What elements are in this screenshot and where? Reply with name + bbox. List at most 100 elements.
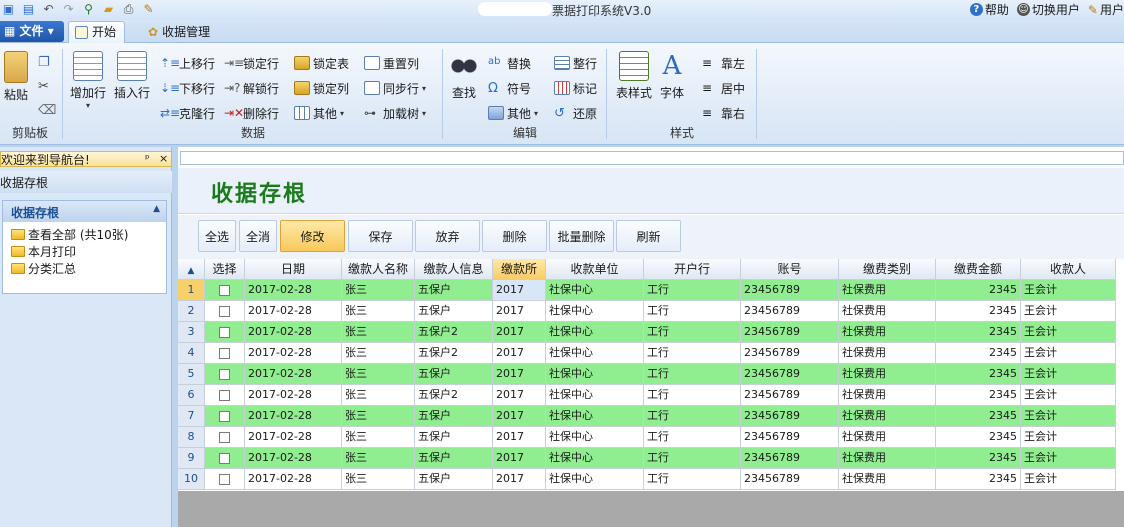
cell-account[interactable]: 23456789: [741, 364, 839, 385]
col-header-date[interactable]: 日期: [245, 259, 342, 280]
cell-payer-name[interactable]: 张三: [342, 427, 415, 448]
row-checkbox-cell[interactable]: [205, 385, 245, 406]
col-header-payer-name[interactable]: 缴款人名称: [342, 259, 415, 280]
cell-category[interactable]: 社保费用: [839, 343, 936, 364]
tool-icon[interactable]: ✎: [140, 1, 157, 17]
cell-payer-info[interactable]: 五保户: [415, 364, 493, 385]
close-icon[interactable]: ×: [159, 152, 168, 165]
cell-payee[interactable]: 王会计: [1021, 280, 1116, 301]
cell-bank[interactable]: 工行: [644, 343, 741, 364]
batch-delete-button[interactable]: 批量删除: [549, 220, 614, 252]
cell-unit[interactable]: 社保中心: [546, 385, 644, 406]
row-checkbox-cell[interactable]: [205, 343, 245, 364]
nav-item-this-month[interactable]: 本月打印: [3, 243, 166, 260]
cell-office[interactable]: 2017: [493, 469, 546, 490]
table-row[interactable]: 4 2017-02-28 张三 五保户2 2017 社保中心 工行 234567…: [178, 343, 1124, 364]
cell-payer-name[interactable]: 张三: [342, 469, 415, 490]
cell-bank[interactable]: 工行: [644, 322, 741, 343]
cell-amount[interactable]: 2345: [936, 280, 1021, 301]
table-row[interactable]: 8 2017-02-28 张三 五保户 2017 社保中心 工行 2345678…: [178, 427, 1124, 448]
table-row[interactable]: 1 2017-02-28 张三 五保户 2017 社保中心 工行 2345678…: [178, 280, 1124, 301]
cell-category[interactable]: 社保费用: [839, 280, 936, 301]
pin-icon[interactable]: ᵖ: [145, 152, 150, 165]
row-checkbox[interactable]: [219, 389, 230, 401]
cell-date[interactable]: 2017-02-28: [245, 280, 342, 301]
row-checkbox[interactable]: [219, 368, 230, 380]
font-button[interactable]: A 字体: [654, 51, 690, 101]
row-checkbox-cell[interactable]: [205, 322, 245, 343]
cell-category[interactable]: 社保费用: [839, 406, 936, 427]
cell-unit[interactable]: 社保中心: [546, 301, 644, 322]
lock-table-button[interactable]: 锁定表: [294, 53, 349, 73]
align-right-button[interactable]: ≡ 靠右: [702, 103, 745, 123]
row-checkbox-cell[interactable]: [205, 448, 245, 469]
cell-account[interactable]: 23456789: [741, 427, 839, 448]
print-icon[interactable]: ⎙: [120, 1, 137, 17]
table-row[interactable]: 7 2017-02-28 张三 五保户 2017 社保中心 工行 2345678…: [178, 406, 1124, 427]
edit-other-button[interactable]: 其他 ▾: [488, 103, 538, 123]
cell-payee[interactable]: 王会计: [1021, 364, 1116, 385]
row-number[interactable]: 7: [178, 406, 205, 427]
edit-button[interactable]: 修改: [280, 220, 345, 252]
cell-date[interactable]: 2017-02-28: [245, 364, 342, 385]
cell-payee[interactable]: 王会计: [1021, 322, 1116, 343]
cell-account[interactable]: 23456789: [741, 322, 839, 343]
row-number[interactable]: 5: [178, 364, 205, 385]
collapse-icon[interactable]: ▲: [153, 204, 160, 214]
tab-start[interactable]: 开始: [68, 21, 126, 43]
row-checkbox[interactable]: [219, 410, 230, 422]
cell-amount[interactable]: 2345: [936, 427, 1021, 448]
row-checkbox[interactable]: [219, 431, 230, 443]
cell-unit[interactable]: 社保中心: [546, 280, 644, 301]
cell-unit[interactable]: 社保中心: [546, 322, 644, 343]
lock-row-button[interactable]: ⇥≡ 锁定行: [224, 53, 279, 73]
cell-account[interactable]: 23456789: [741, 406, 839, 427]
cell-payer-name[interactable]: 张三: [342, 322, 415, 343]
table-row[interactable]: 9 2017-02-28 张三 五保户 2017 社保中心 工行 2345678…: [178, 448, 1124, 469]
cell-date[interactable]: 2017-02-28: [245, 343, 342, 364]
cell-office[interactable]: 2017: [493, 343, 546, 364]
row-number[interactable]: 4: [178, 343, 205, 364]
sync-row-button[interactable]: 同步行 ▾: [364, 78, 426, 98]
cell-unit[interactable]: 社保中心: [546, 469, 644, 490]
row-checkbox-cell[interactable]: [205, 406, 245, 427]
cell-unit[interactable]: 社保中心: [546, 448, 644, 469]
cell-payer-info[interactable]: 五保户: [415, 280, 493, 301]
cell-payer-info[interactable]: 五保户: [415, 301, 493, 322]
cell-office[interactable]: 2017: [493, 364, 546, 385]
cell-date[interactable]: 2017-02-28: [245, 385, 342, 406]
cell-bank[interactable]: 工行: [644, 364, 741, 385]
cell-amount[interactable]: 2345: [936, 385, 1021, 406]
cell-office[interactable]: 2017: [493, 427, 546, 448]
unlock-row-button[interactable]: ⇥? 解锁行: [224, 78, 279, 98]
col-header-office[interactable]: 缴款所: [493, 259, 546, 280]
lock-column-button[interactable]: 锁定列: [294, 78, 349, 98]
cell-payee[interactable]: 王会计: [1021, 469, 1116, 490]
cell-office[interactable]: 2017: [493, 406, 546, 427]
row-checkbox[interactable]: [219, 347, 230, 359]
row-checkbox[interactable]: [219, 326, 230, 338]
table-style-button[interactable]: 表样式: [612, 51, 656, 101]
clone-row-button[interactable]: ⇄≡ 克隆行: [160, 103, 215, 123]
address-bar[interactable]: [180, 151, 1124, 165]
cell-unit[interactable]: 社保中心: [546, 343, 644, 364]
cell-payer-name[interactable]: 张三: [342, 280, 415, 301]
cell-amount[interactable]: 2345: [936, 364, 1021, 385]
user-button[interactable]: ✎ 用户: [1088, 1, 1124, 18]
row-checkbox[interactable]: [219, 305, 230, 317]
paste-button[interactable]: 粘贴: [0, 51, 32, 103]
table-row[interactable]: 3 2017-02-28 张三 五保户2 2017 社保中心 工行 234567…: [178, 322, 1124, 343]
cell-payee[interactable]: 王会计: [1021, 385, 1116, 406]
col-header-category[interactable]: 缴费类别: [839, 259, 936, 280]
reset-column-button[interactable]: 重置列: [364, 53, 419, 73]
cell-unit[interactable]: 社保中心: [546, 427, 644, 448]
cell-payer-name[interactable]: 张三: [342, 406, 415, 427]
cell-date[interactable]: 2017-02-28: [245, 427, 342, 448]
cell-amount[interactable]: 2345: [936, 469, 1021, 490]
save-icon[interactable]: ▤: [20, 1, 37, 17]
cell-unit[interactable]: 社保中心: [546, 364, 644, 385]
row-number[interactable]: 10: [178, 469, 205, 490]
cell-amount[interactable]: 2345: [936, 322, 1021, 343]
cell-bank[interactable]: 工行: [644, 406, 741, 427]
cell-payer-info[interactable]: 五保户2: [415, 385, 493, 406]
